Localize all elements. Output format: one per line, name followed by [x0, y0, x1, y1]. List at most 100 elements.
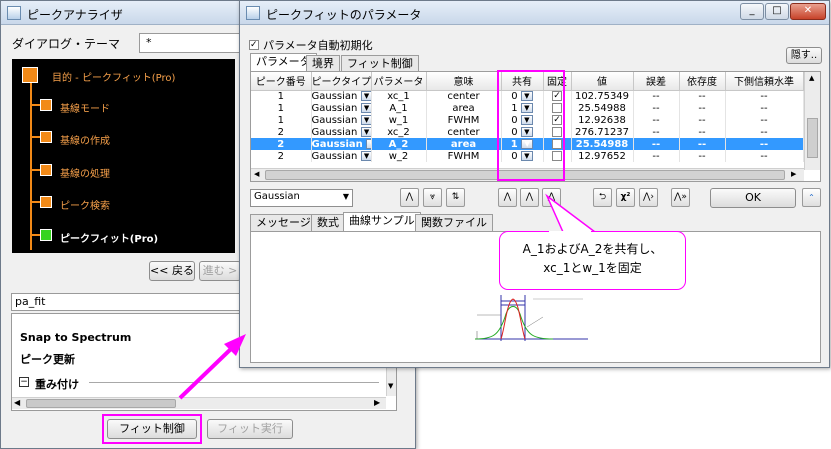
- dropdown-arrow-icon[interactable]: ▼: [360, 150, 370, 161]
- cell-lcl: --: [725, 102, 804, 114]
- callout-box: A_1およびA_2を共有し、 xc_1とw_1を固定: [499, 231, 686, 290]
- tab-message[interactable]: メッセージ: [250, 214, 317, 231]
- scroll-left-icon[interactable]: ◀: [14, 398, 20, 407]
- pa-fit-field[interactable]: pa_fit: [11, 293, 241, 311]
- app-icon: [7, 6, 21, 20]
- dropdown-arrow-icon[interactable]: ▼: [360, 114, 370, 125]
- theme-label: ダイアログ・テーマ: [12, 37, 121, 51]
- fit-until-converged-icon[interactable]: ⋀»: [671, 188, 690, 207]
- theme-field[interactable]: *: [139, 33, 249, 53]
- tree-node-baseline-process[interactable]: [40, 164, 52, 176]
- cell-peak: 1: [251, 90, 312, 102]
- cell-value[interactable]: 25.54988: [571, 138, 634, 150]
- cell-param: A_2: [371, 138, 427, 150]
- tree-label-baseline-process[interactable]: 基線の処理: [60, 165, 110, 180]
- back-button[interactable]: << 戻る: [149, 261, 195, 281]
- tab-formula[interactable]: 数式: [311, 214, 345, 231]
- cell-error: --: [633, 102, 680, 114]
- cell-type[interactable]: Gaussian ▼: [311, 150, 372, 162]
- tree-label-peak-fit[interactable]: ピークフィット(Pro): [60, 230, 158, 245]
- fit-run-button[interactable]: フィット実行: [207, 419, 293, 439]
- share-fixed-highlight: [497, 70, 565, 181]
- cell-dependency: --: [679, 114, 726, 126]
- col-header[interactable]: 意味: [426, 72, 502, 91]
- collapse-up-icon[interactable]: ⌃: [802, 188, 821, 207]
- tab-bounds[interactable]: 境界: [306, 55, 340, 72]
- minimize-button[interactable]: _: [740, 3, 764, 20]
- tab-fit-control[interactable]: フィット制御: [341, 55, 419, 72]
- tree-node-baseline-create[interactable]: [40, 131, 52, 143]
- cell-param: w_1: [371, 114, 427, 126]
- dropdown-arrow-icon[interactable]: ▼: [360, 102, 370, 113]
- cell-type[interactable]: Gaussian ▼: [311, 126, 372, 138]
- hscroll-thumb[interactable]: [26, 399, 176, 408]
- peak-type-select[interactable]: Gaussian ▼: [250, 189, 353, 207]
- tree-node-peak-search[interactable]: [40, 196, 52, 208]
- peak-shape-1-icon[interactable]: ⋀: [498, 188, 517, 207]
- cell-meaning: center: [426, 126, 502, 138]
- cell-meaning: FWHM: [426, 114, 502, 126]
- cell-meaning: center: [426, 90, 502, 102]
- peak-up-icon[interactable]: ⋀: [400, 188, 419, 207]
- tree-node-baseline-mode[interactable]: [40, 99, 52, 111]
- cell-value[interactable]: 276.71237: [571, 126, 634, 138]
- auto-init-checkbox[interactable]: ✓: [249, 38, 259, 51]
- vscroll-thumb[interactable]: [807, 118, 818, 158]
- cell-value[interactable]: 12.92638: [571, 114, 634, 126]
- scroll-up-icon[interactable]: ▲: [809, 74, 814, 82]
- cell-lcl: --: [725, 150, 804, 162]
- col-header[interactable]: ピーク番号: [251, 72, 312, 91]
- tree-label-peak-search[interactable]: ピーク検索: [60, 197, 110, 212]
- cell-dependency: --: [679, 150, 726, 162]
- dropdown-arrow-icon[interactable]: ▼: [360, 90, 370, 101]
- dropdown-arrow-icon[interactable]: ▼: [360, 126, 370, 137]
- params-titlebar: ピークフィットのパラメータ _ □ ✕: [240, 1, 829, 25]
- cell-type[interactable]: Gaussian ▼: [311, 102, 372, 114]
- cell-lcl: --: [725, 114, 804, 126]
- tab-curve-sample[interactable]: 曲線サンプル: [343, 212, 421, 231]
- close-button[interactable]: ✕: [790, 3, 826, 20]
- tree-label-baseline-mode[interactable]: 基線モード: [60, 100, 110, 115]
- collapse-icon[interactable]: −: [19, 377, 29, 387]
- analyzer-title: ピークアナライザ: [27, 8, 123, 22]
- scroll-right-icon[interactable]: ▶: [791, 170, 796, 178]
- cell-error: --: [633, 90, 680, 102]
- tree-label-baseline-create[interactable]: 基線の作成: [60, 132, 110, 147]
- goal-tree: 目的 - ピークフィット(Pro) 基線モード 基線の作成 基線の処理 ピーク検…: [12, 59, 235, 253]
- peak-down-icon[interactable]: ⩔: [423, 188, 442, 207]
- peak-update-label: ピーク更新: [20, 353, 75, 366]
- hide-button[interactable]: 隠す..: [786, 47, 822, 64]
- cell-value[interactable]: 12.97652: [571, 150, 634, 162]
- tree-node-peak-fit[interactable]: [40, 229, 52, 241]
- scroll-down-icon[interactable]: ▼: [388, 382, 393, 390]
- table-vscrollbar[interactable]: ▲: [804, 72, 820, 170]
- col-header[interactable]: 依存度: [679, 72, 726, 91]
- col-header[interactable]: パラメータ: [371, 72, 427, 91]
- next-button[interactable]: 進む >: [199, 261, 241, 281]
- cell-param: w_2: [371, 150, 427, 162]
- cell-dependency: --: [679, 90, 726, 102]
- peak-sort-icon[interactable]: ⇅: [446, 188, 465, 207]
- col-header[interactable]: ピークタイプ: [311, 72, 372, 91]
- cell-dependency: --: [679, 126, 726, 138]
- theme-value: *: [146, 36, 152, 49]
- dropdown-arrow-icon[interactable]: ▼: [366, 138, 370, 149]
- ok-button[interactable]: OK: [710, 188, 796, 208]
- cell-value[interactable]: 102.75349: [571, 90, 634, 102]
- cell-error: --: [633, 126, 680, 138]
- cell-type[interactable]: Gaussian ▼: [311, 90, 372, 102]
- cell-type[interactable]: Gaussian ▼: [311, 114, 372, 126]
- scroll-left-icon[interactable]: ◀: [254, 170, 259, 178]
- cell-value[interactable]: 25.54988: [571, 102, 634, 114]
- tab-function-file[interactable]: 関数ファイル: [415, 214, 493, 231]
- col-header[interactable]: 誤差: [633, 72, 680, 91]
- tree-label-goal[interactable]: 目的 - ピークフィット(Pro): [52, 69, 175, 84]
- col-header[interactable]: 値: [571, 72, 634, 91]
- cell-param: xc_2: [371, 126, 427, 138]
- scroll-right-icon[interactable]: ▶: [374, 398, 380, 407]
- cell-type[interactable]: Gaussian ▼: [311, 138, 372, 150]
- snap-label: Snap to Spectrum: [20, 331, 132, 344]
- tree-node-goal[interactable]: [22, 67, 38, 83]
- maximize-button[interactable]: □: [765, 3, 789, 20]
- col-header[interactable]: 下側信頼水準: [725, 72, 804, 91]
